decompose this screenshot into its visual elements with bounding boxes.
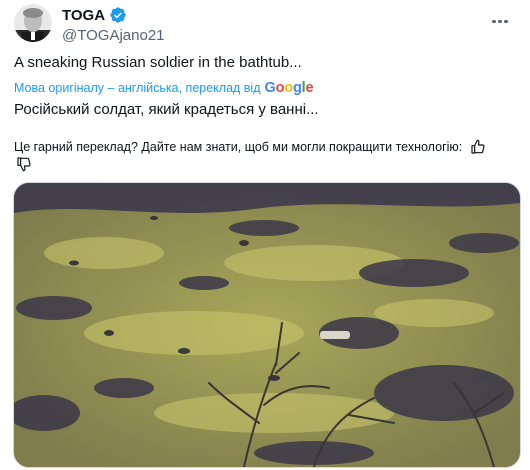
translation-meta-text[interactable]: Мова оригіналу – англійська, переклад ві… xyxy=(14,81,261,95)
avatar[interactable] xyxy=(14,4,52,42)
more-options-icon[interactable] xyxy=(492,10,512,23)
thumbs-down-icon[interactable] xyxy=(16,156,32,172)
translated-tweet-text: Російський солдат, який крадеться у ванн… xyxy=(14,101,319,118)
translation-feedback-row: Це гарний переклад? Дайте нам знати, щоб… xyxy=(14,139,486,155)
thumbs-up-icon[interactable] xyxy=(470,139,486,155)
avatar-photo-icon xyxy=(14,4,52,42)
translation-attribution: Мова оригіналу – англійська, переклад ві… xyxy=(14,80,314,96)
translation-feedback-question: Це гарний переклад? Дайте нам знати, щоб… xyxy=(14,140,463,154)
tweet-text: A sneaking Russian soldier in the bathtu… xyxy=(14,54,302,71)
author-display-name[interactable]: TOGA xyxy=(62,7,105,24)
video-thumbnail-icon xyxy=(14,183,520,467)
google-logo: Google xyxy=(264,80,314,96)
author-handle[interactable]: @TOGAjano21 xyxy=(62,27,165,44)
author-name-row: TOGA xyxy=(62,6,127,24)
tweet-card: TOGA @TOGAjano21 A sneaking Russian sold… xyxy=(0,0,530,470)
tweet-media-video[interactable] xyxy=(13,182,521,468)
verified-badge-icon xyxy=(110,7,126,23)
